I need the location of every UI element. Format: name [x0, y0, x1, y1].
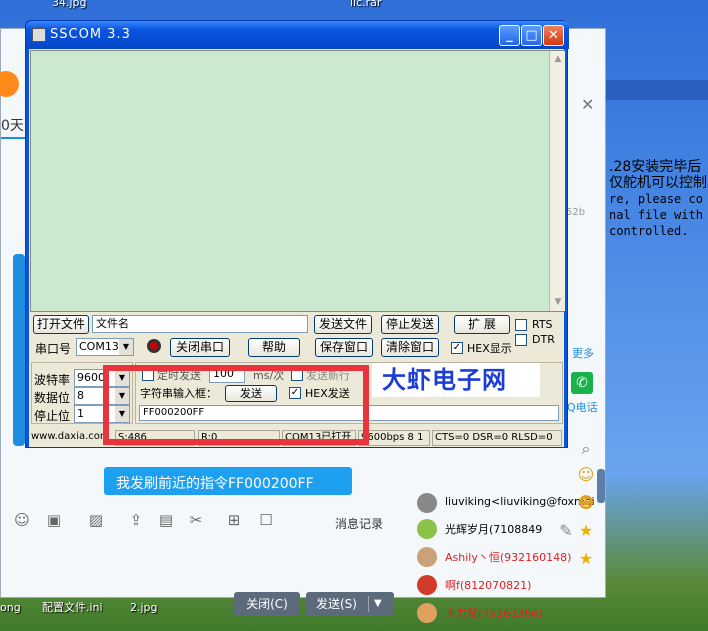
message-record-link[interactable]: 消息记录: [335, 515, 383, 532]
website-label[interactable]: www.daxia.com: [29, 430, 114, 446]
scroll-down-icon[interactable]: ▼: [551, 295, 565, 309]
annotation-highlight-box: [103, 365, 369, 445]
chat-history-icon[interactable]: ☐: [257, 511, 275, 529]
chevron-down-icon[interactable]: ▼: [119, 339, 133, 355]
databits-label: 数据位: [34, 391, 71, 405]
scrollbar-thumb[interactable]: [597, 469, 605, 503]
contact-name: 啊f(812070821): [445, 579, 532, 592]
edit-icon[interactable]: ✎: [555, 521, 577, 541]
send-file-button[interactable]: 发送文件: [314, 315, 372, 334]
send-button-label: 发送(S): [316, 597, 357, 611]
panel-line: .28安装完毕后: [609, 159, 702, 175]
user-add-icon[interactable]: ☻: [575, 493, 597, 513]
phone-icon[interactable]: ✆: [571, 372, 593, 394]
tab-underline: [1, 137, 25, 139]
user-icon[interactable]: ☺: [575, 465, 597, 485]
avatar: [417, 575, 437, 595]
upload-icon[interactable]: ⇪: [127, 511, 145, 529]
desktop-file-label[interactable]: 34.jpg: [52, 0, 87, 9]
baud-label: 波特率: [34, 373, 71, 387]
image-icon[interactable]: ▨: [87, 511, 105, 529]
maximize-icon[interactable]: □: [521, 25, 542, 46]
desktop-file-label[interactable]: ong: [0, 601, 21, 614]
avatar: [417, 603, 437, 623]
close-icon[interactable]: ✕: [581, 95, 594, 114]
more-link[interactable]: 更多: [572, 345, 594, 361]
contact-name: 大力鼠(75163366): [445, 607, 543, 620]
app-icon: [32, 28, 46, 42]
desktop-file-label[interactable]: 2.jpg: [130, 601, 158, 614]
chat-day-label: 0天: [1, 118, 24, 134]
port-select[interactable]: COM13 ▼: [76, 338, 134, 356]
search-icon[interactable]: ⌕: [575, 439, 597, 459]
clear-window-button[interactable]: 清除窗口: [381, 338, 439, 357]
right-icon-column: ⌕ ☺ ☻ ✎ ★ ★: [559, 439, 603, 619]
panel-line: controlled.: [609, 224, 689, 238]
desktop-file-label[interactable]: lic.rar: [350, 0, 381, 9]
scissors-icon[interactable]: ✂: [187, 511, 205, 529]
stopbits-value: 1: [77, 407, 84, 420]
close-button[interactable]: 关闭(C): [234, 592, 300, 616]
port-label: 串口号: [35, 342, 72, 356]
panel-line: re, please co: [609, 192, 703, 206]
star-icon[interactable]: ★: [575, 521, 597, 541]
hex-display-checkbox[interactable]: ✓: [451, 342, 463, 354]
save-window-button[interactable]: 保存窗口: [315, 338, 373, 357]
panel-line: nal file with: [609, 208, 703, 222]
port-value: COM13: [79, 340, 119, 353]
contact-name: 光辉岁月(7108849: [445, 523, 543, 536]
star-icon[interactable]: ★: [575, 549, 597, 569]
vertical-scrollbar[interactable]: ▲ ▼: [549, 51, 565, 311]
send-button[interactable]: 发送(S) ▼: [306, 592, 394, 616]
close-port-button[interactable]: 关闭串口: [170, 338, 230, 357]
gift-icon[interactable]: ▤: [157, 511, 175, 529]
doc-icon[interactable]: ⊞: [225, 511, 243, 529]
rts-checkbox[interactable]: [515, 319, 527, 331]
app-logo-icon: [0, 71, 19, 97]
port-status-icon: [147, 339, 161, 353]
avatar: [417, 547, 437, 567]
open-file-button[interactable]: 打开文件: [33, 315, 89, 334]
panel-line: 仅舵机可以控制: [609, 175, 707, 191]
avatar: [417, 493, 437, 513]
contact-name: Ashily丶恒(932160148): [445, 551, 572, 564]
right-panel-text: .28安装完毕后 仅舵机可以控制 re, please co nal file wit…: [609, 159, 708, 259]
emoji-icon[interactable]: ☺: [13, 511, 31, 529]
receive-area[interactable]: ▲ ▼: [30, 50, 565, 312]
stopbits-label: 停止位: [34, 409, 71, 423]
dtr-checkbox[interactable]: [515, 334, 527, 346]
background-window-strip: [600, 80, 708, 100]
hex-display-label: HEX显示: [467, 342, 512, 355]
brand-watermark: 大虾电子网: [372, 363, 540, 397]
chat-toolbar: ☺ ▣ ▨ ⇪ ▤ ✂ ⊞ ☐: [9, 511, 309, 537]
help-button[interactable]: 帮助: [248, 338, 300, 357]
side-banner: [13, 254, 25, 446]
scroll-up-icon[interactable]: ▲: [551, 52, 565, 66]
avatar: [417, 519, 437, 539]
phone-label[interactable]: Q电话: [567, 399, 598, 415]
window-title: SSCOM 3.3: [50, 27, 131, 42]
chevron-down-icon[interactable]: ▼: [374, 592, 382, 616]
dtr-label: DTR: [532, 333, 555, 346]
rts-label: RTS: [532, 318, 553, 331]
databits-value: 8: [77, 389, 84, 402]
minimize-icon[interactable]: _: [499, 25, 520, 46]
baud-value: 9600: [77, 371, 105, 384]
message-bubble: 我发刷前近的指令FF000200FF: [104, 467, 352, 495]
filename-field[interactable]: 文件名: [92, 315, 308, 333]
close-icon[interactable]: ✕: [543, 25, 564, 46]
gif-icon[interactable]: ▣: [45, 511, 63, 529]
title-bar[interactable]: SSCOM 3.3 _ □ ✕: [26, 21, 569, 49]
grey-number: 52b: [566, 207, 586, 218]
stop-send-button[interactable]: 停止发送: [381, 315, 439, 334]
line-status: CTS=0 DSR=0 RLSD=0: [432, 430, 562, 446]
expand-button[interactable]: 扩 展: [454, 315, 510, 334]
desktop-file-label[interactable]: 配置文件.ini: [42, 601, 103, 614]
